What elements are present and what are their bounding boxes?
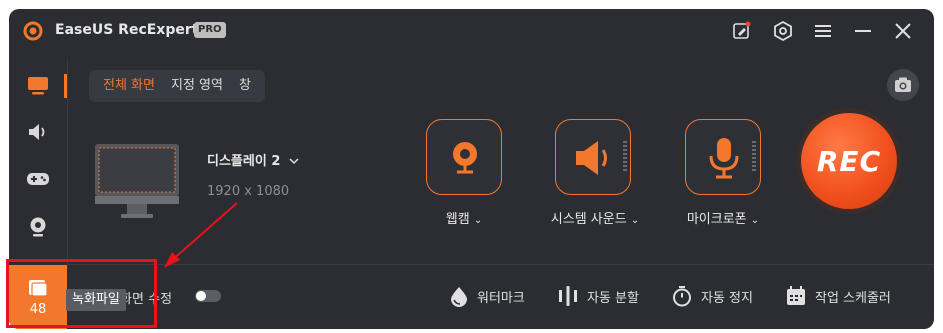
sidebar-item-audio[interactable] — [9, 112, 67, 152]
rec-button[interactable]: REC — [801, 113, 897, 209]
microphone-level-meter — [752, 141, 756, 171]
chevron-down-icon — [289, 158, 299, 165]
auto-stop-button[interactable]: 자동 정지 — [671, 285, 753, 307]
rec-label: REC — [816, 144, 882, 178]
microphone-source-label[interactable]: 마이크로폰 ⌄ — [671, 208, 775, 227]
tab-window[interactable]: 창 — [231, 70, 259, 102]
display-resolution: 1920 x 1080 — [207, 184, 290, 199]
camera-icon — [895, 77, 911, 92]
tab-full-screen[interactable]: 전체 화면 — [95, 70, 163, 102]
display-name: 디스플레이 2 — [207, 154, 281, 169]
close-icon[interactable] — [892, 20, 914, 42]
split-icon — [559, 286, 577, 306]
watermark-label: 워터마크 — [477, 290, 525, 306]
auto-edit-toggle[interactable] — [195, 290, 221, 302]
speaker-icon — [29, 124, 45, 140]
chevron-down-icon: ⌄ — [750, 215, 760, 226]
webcam-source-button[interactable] — [426, 119, 502, 195]
webcam-source-label[interactable]: 웹캠 ⌄ — [426, 208, 502, 227]
system-sound-source-label[interactable]: 시스템 사운드 ⌄ — [537, 208, 653, 227]
monitor-icon — [28, 77, 48, 95]
sidebar-item-screen[interactable] — [9, 66, 67, 106]
auto-split-label: 자동 분할 — [587, 290, 639, 306]
app-title: EaseUS RecExperts — [55, 22, 207, 38]
system-sound-level-meter — [623, 141, 627, 171]
title-bar: EaseUS RecExperts PRO — [9, 9, 934, 53]
minimize-icon[interactable] — [852, 20, 874, 42]
webcam-icon — [453, 142, 477, 174]
microphone-icon — [709, 138, 739, 179]
menu-icon[interactable] — [812, 20, 834, 42]
auto-split-button[interactable]: 자동 분할 — [557, 285, 639, 307]
sidebar-item-game[interactable] — [9, 159, 67, 199]
auto-stop-label: 자동 정지 — [701, 290, 753, 306]
tab-region[interactable]: 지정 영역 — [163, 70, 231, 102]
gamepad-icon — [27, 173, 49, 185]
system-sound-source-button[interactable] — [555, 119, 631, 195]
capture-mode-tabs: 전체 화면 지정 영역 창 — [89, 70, 265, 102]
pro-badge: PRO — [194, 22, 226, 38]
settings-icon[interactable] — [772, 20, 794, 42]
chevron-down-icon: ⌄ — [473, 215, 483, 226]
microphone-source-button[interactable] — [685, 119, 761, 195]
watermark-icon — [451, 287, 467, 307]
annotation-arrow-icon — [164, 202, 238, 268]
chevron-down-icon: ⌄ — [630, 215, 640, 226]
display-select[interactable]: 디스플레이 2 — [207, 150, 299, 169]
feedback-icon[interactable] — [731, 20, 753, 42]
toggle-knob — [196, 291, 206, 301]
speaker-icon — [576, 141, 607, 175]
sidebar-item-webcam[interactable] — [9, 207, 67, 247]
highlight-box — [6, 259, 157, 328]
sidebar-divider — [67, 59, 68, 269]
screenshot-button[interactable] — [887, 69, 919, 101]
watermark-button[interactable]: 워터마크 — [449, 285, 525, 307]
task-scheduler-button[interactable]: 작업 스케줄러 — [785, 285, 891, 307]
task-scheduler-label: 작업 스케줄러 — [815, 290, 891, 306]
webcam-icon — [30, 217, 46, 237]
timer-icon — [673, 286, 691, 307]
app-logo-icon — [23, 21, 43, 41]
calendar-icon — [787, 286, 805, 305]
